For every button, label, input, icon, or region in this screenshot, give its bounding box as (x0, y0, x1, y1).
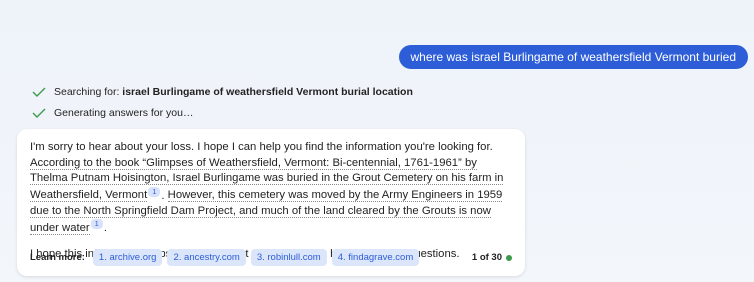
response-counter-text: 1 of 30 (471, 252, 502, 263)
answer-end: . (103, 222, 107, 235)
source-link-archive[interactable]: 1. archive.org (92, 249, 163, 266)
source-link-robinlull[interactable]: 3. robinlull.com (250, 249, 327, 266)
status-dot-icon (506, 254, 512, 261)
generating-status: Generating answers for you… (32, 107, 193, 119)
response-counter: 1 of 30 (472, 252, 512, 263)
user-message-bubble: where was israel Burlingame of weathersf… (398, 45, 748, 69)
answer-separator: . (161, 189, 168, 202)
searching-status: Searching for: israel Burlingame of weat… (32, 86, 413, 98)
citation-1[interactable]: 1 (148, 186, 161, 197)
learn-more-row: Learn more: 1. archive.org 2. ancestry.c… (30, 249, 512, 266)
searching-prefix: Searching for: (54, 86, 123, 98)
source-link-ancestry[interactable]: 2. ancestry.com (167, 249, 246, 266)
answer-intro: I'm sorry to hear about your loss. I hop… (30, 141, 493, 153)
check-icon (32, 108, 46, 118)
learn-more-label: Learn more: (30, 252, 85, 263)
citation-2[interactable]: 1 (90, 219, 103, 230)
generating-label: Generating answers for you… (54, 107, 194, 119)
answer-text: I'm sorry to hear about your loss. I hop… (30, 140, 512, 237)
searching-query: israel Burlingame of weathersfield Vermo… (122, 86, 413, 98)
source-link-findagrave[interactable]: 4. findagrave.com (331, 249, 420, 266)
answer-card: I'm sorry to hear about your loss. I hop… (17, 129, 525, 276)
check-icon (32, 87, 46, 97)
